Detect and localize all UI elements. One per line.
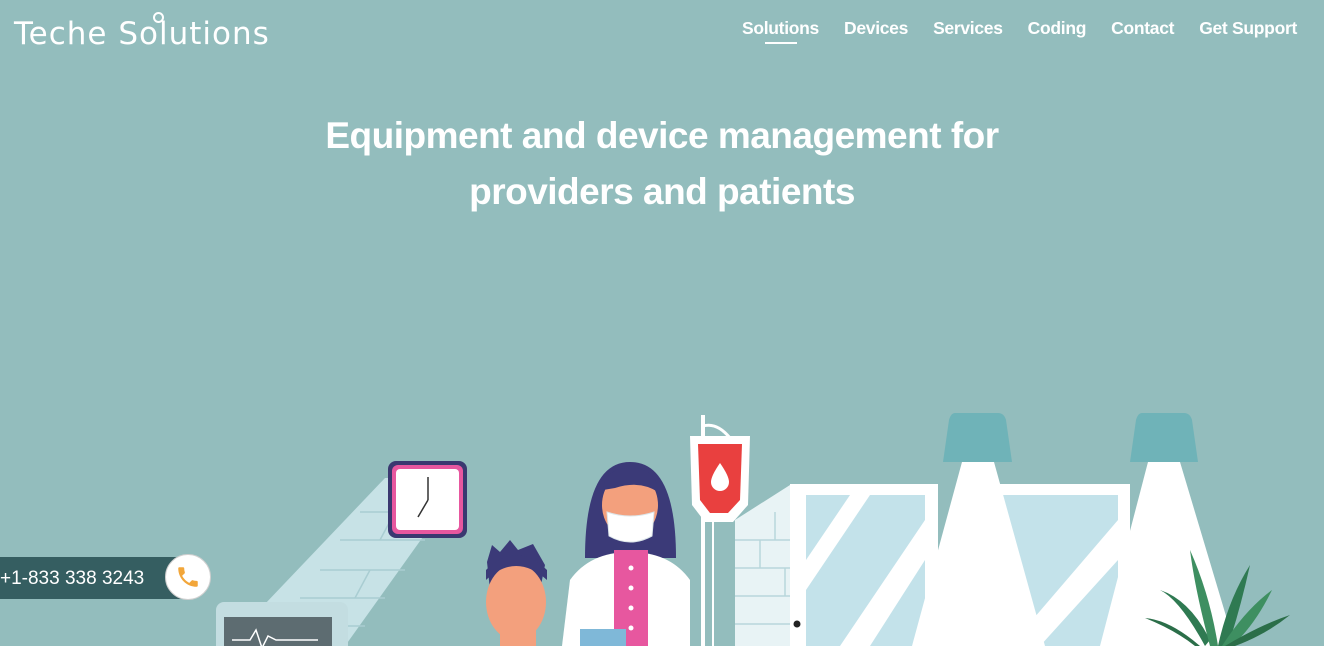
phone-number[interactable]: +1-833 338 3243 <box>0 568 144 590</box>
nurse-figure <box>562 462 690 646</box>
heart-monitor-icon <box>216 602 348 646</box>
window-handle <box>793 620 801 628</box>
call-button[interactable] <box>165 554 211 600</box>
medical-illustration <box>216 413 1290 646</box>
phone-icon <box>178 567 198 587</box>
clock-icon <box>388 461 467 538</box>
window-left <box>790 484 938 646</box>
patient-figure <box>486 540 547 646</box>
